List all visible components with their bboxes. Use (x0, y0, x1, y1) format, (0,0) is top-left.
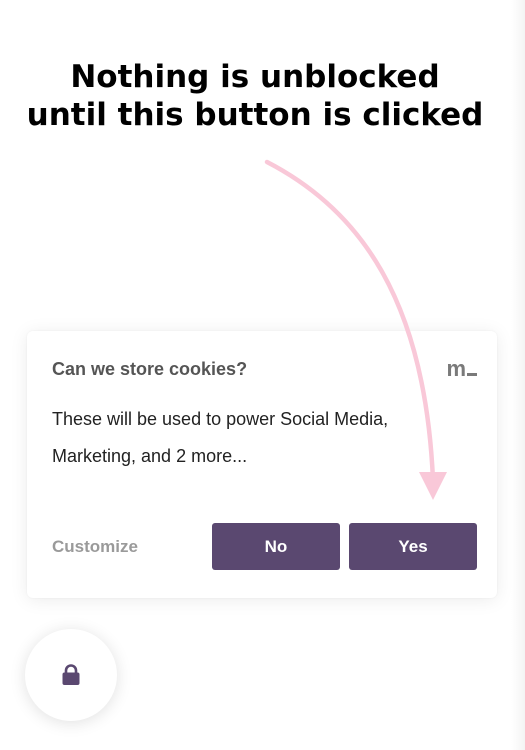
annotation-line-2: until this button is clicked (26, 97, 484, 133)
banner-description-line-2: Marketing, and 2 more... (52, 446, 248, 466)
banner-description: These will be used to power Social Media… (52, 401, 472, 475)
banner-title: Can we store cookies? (52, 359, 248, 379)
cookie-consent-banner: Can we store cookies? m These will be us… (27, 331, 497, 598)
page: Nothing is unblocked until this button i… (0, 0, 525, 750)
customize-button[interactable]: Customize (52, 537, 138, 557)
brand-logo-underscore (467, 373, 477, 376)
annotation-caption: Nothing is unblocked until this button i… (0, 58, 510, 134)
annotation-line-1: Nothing is unblocked (70, 59, 440, 95)
yes-button[interactable]: Yes (349, 523, 477, 570)
brand-logo: m (446, 356, 477, 382)
no-button[interactable]: No (212, 523, 340, 570)
page-edge-shadow (511, 0, 525, 750)
privacy-settings-button[interactable] (25, 629, 117, 721)
brand-logo-text: m (446, 356, 466, 381)
banner-description-line-1: These will be used to power Social Media… (52, 409, 389, 429)
lock-icon (62, 664, 80, 685)
